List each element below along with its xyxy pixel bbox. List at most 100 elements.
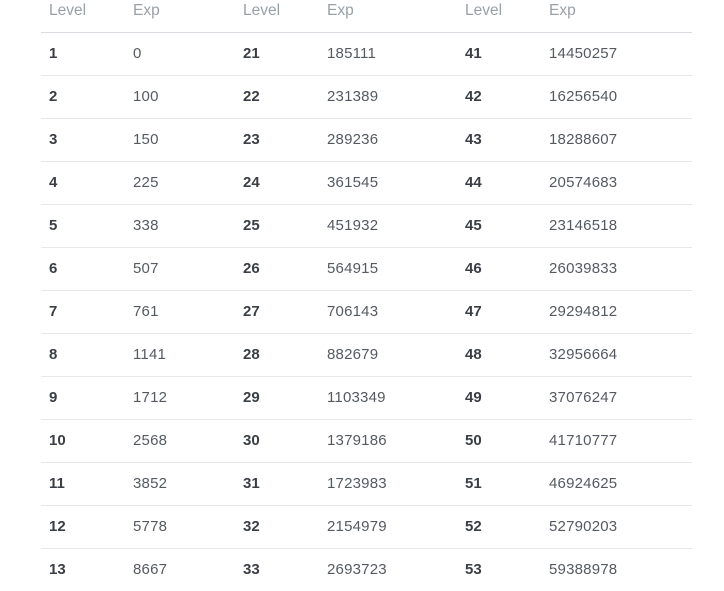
level-cell: 28 — [235, 333, 319, 377]
table-header: Level Exp Level Exp Level Exp — [41, 0, 692, 33]
level-cell: 11 — [41, 462, 125, 506]
exp-cell: 37076247 — [541, 376, 692, 420]
table-row: 12 5778 32 2154979 52 52790203 — [41, 505, 692, 549]
level-cell: 9 — [41, 376, 125, 420]
exp-cell: 8667 — [133, 561, 168, 579]
exp-cell: 59388978 — [549, 561, 618, 579]
level-cell: 44 — [457, 161, 541, 205]
level-cell: 41 — [457, 32, 541, 76]
exp-cell: 882679 — [319, 333, 457, 377]
exp-cell: 100 — [125, 75, 235, 119]
column-header-exp: Exp — [319, 0, 457, 33]
exp-cell: 52790203 — [541, 505, 692, 549]
exp-cell: 23146518 — [541, 204, 692, 248]
table-row: 13 8667 33 2693723 53 59388978 — [41, 548, 692, 591]
exp-cell: 1712 — [125, 376, 235, 420]
table-row: 10 2568 30 1379186 50 41710777 — [41, 419, 692, 463]
exp-cell: 18288607 — [541, 118, 692, 162]
exp-cell: 1723983 — [319, 462, 457, 506]
exp-cell: 706143 — [319, 290, 457, 334]
exp-cell: 1379186 — [319, 419, 457, 463]
level-cell: 3 — [41, 118, 125, 162]
exp-cell: 26039833 — [541, 247, 692, 291]
level-cell: 21 — [235, 32, 319, 76]
table-row: 6 507 26 564915 46 26039833 — [41, 247, 692, 291]
column-header-exp: Exp — [125, 0, 235, 33]
table-row: 9 1712 29 1103349 49 37076247 — [41, 376, 692, 420]
level-cell: 12 — [41, 505, 125, 549]
level-cell: 43 — [457, 118, 541, 162]
level-cell: 33 — [243, 561, 260, 579]
level-cell: 53 — [465, 561, 482, 579]
table-row: 4 225 24 361545 44 20574683 — [41, 161, 692, 205]
exp-cell: 338 — [125, 204, 235, 248]
level-cell: 13 — [49, 561, 66, 579]
table-row: 11 3852 31 1723983 51 46924625 — [41, 462, 692, 506]
exp-cell: 3852 — [125, 462, 235, 506]
level-cell: 25 — [235, 204, 319, 248]
exp-cell: 289236 — [319, 118, 457, 162]
table-row: 5 338 25 451932 45 23146518 — [41, 204, 692, 248]
level-cell: 24 — [235, 161, 319, 205]
level-cell: 5 — [41, 204, 125, 248]
column-header-level: Level — [457, 0, 541, 33]
level-cell: 46 — [457, 247, 541, 291]
level-cell: 48 — [457, 333, 541, 377]
table-row: 3 150 23 289236 43 18288607 — [41, 118, 692, 162]
exp-cell: 185111 — [319, 32, 457, 76]
level-exp-table: Level Exp Level Exp Level Exp 1 0 21 185111… — [41, 0, 692, 591]
level-cell: 26 — [235, 247, 319, 291]
exp-cell: 225 — [125, 161, 235, 205]
exp-cell: 564915 — [319, 247, 457, 291]
column-header-level: Level — [235, 0, 319, 33]
exp-cell: 231389 — [319, 75, 457, 119]
exp-cell: 1141 — [125, 333, 235, 377]
level-cell: 7 — [41, 290, 125, 334]
table-row: 7 761 27 706143 47 29294812 — [41, 290, 692, 334]
level-cell: 2 — [41, 75, 125, 119]
level-cell: 4 — [41, 161, 125, 205]
table-row: 2 100 22 231389 42 16256540 — [41, 75, 692, 119]
exp-cell: 361545 — [319, 161, 457, 205]
level-cell: 47 — [457, 290, 541, 334]
exp-cell: 0 — [125, 32, 235, 76]
level-cell: 30 — [235, 419, 319, 463]
exp-cell: 29294812 — [541, 290, 692, 334]
exp-cell: 2693723 — [327, 561, 387, 579]
table-body: 1 0 21 185111 41 14450257 2 100 22 231389 42 162565… — [41, 32, 692, 591]
level-cell: 10 — [41, 419, 125, 463]
level-cell: 42 — [457, 75, 541, 119]
exp-cell: 16256540 — [541, 75, 692, 119]
level-cell: 6 — [41, 247, 125, 291]
exp-cell: 20574683 — [541, 161, 692, 205]
column-header-exp: Exp — [541, 0, 692, 33]
exp-cell: 14450257 — [541, 32, 692, 76]
exp-cell: 451932 — [319, 204, 457, 248]
exp-cell: 32956664 — [541, 333, 692, 377]
exp-cell: 5778 — [125, 505, 235, 549]
level-cell: 52 — [457, 505, 541, 549]
table-row: 8 1141 28 882679 48 32956664 — [41, 333, 692, 377]
exp-cell: 2568 — [125, 419, 235, 463]
level-cell: 8 — [41, 333, 125, 377]
table-row: 1 0 21 185111 41 14450257 — [41, 32, 692, 76]
level-cell: 23 — [235, 118, 319, 162]
column-header-level: Level — [41, 0, 125, 33]
exp-cell: 41710777 — [541, 419, 692, 463]
header-row: Level Exp Level Exp Level Exp — [41, 0, 692, 33]
exp-cell: 761 — [125, 290, 235, 334]
level-cell: 45 — [457, 204, 541, 248]
exp-cell: 46924625 — [541, 462, 692, 506]
level-cell: 50 — [457, 419, 541, 463]
exp-cell: 507 — [125, 247, 235, 291]
level-cell: 1 — [41, 32, 125, 76]
level-cell: 32 — [235, 505, 319, 549]
exp-cell: 2154979 — [319, 505, 457, 549]
level-cell: 31 — [235, 462, 319, 506]
exp-cell: 1103349 — [319, 376, 457, 420]
level-cell: 22 — [235, 75, 319, 119]
level-cell: 49 — [457, 376, 541, 420]
level-cell: 29 — [235, 376, 319, 420]
exp-cell: 150 — [125, 118, 235, 162]
level-cell: 27 — [235, 290, 319, 334]
